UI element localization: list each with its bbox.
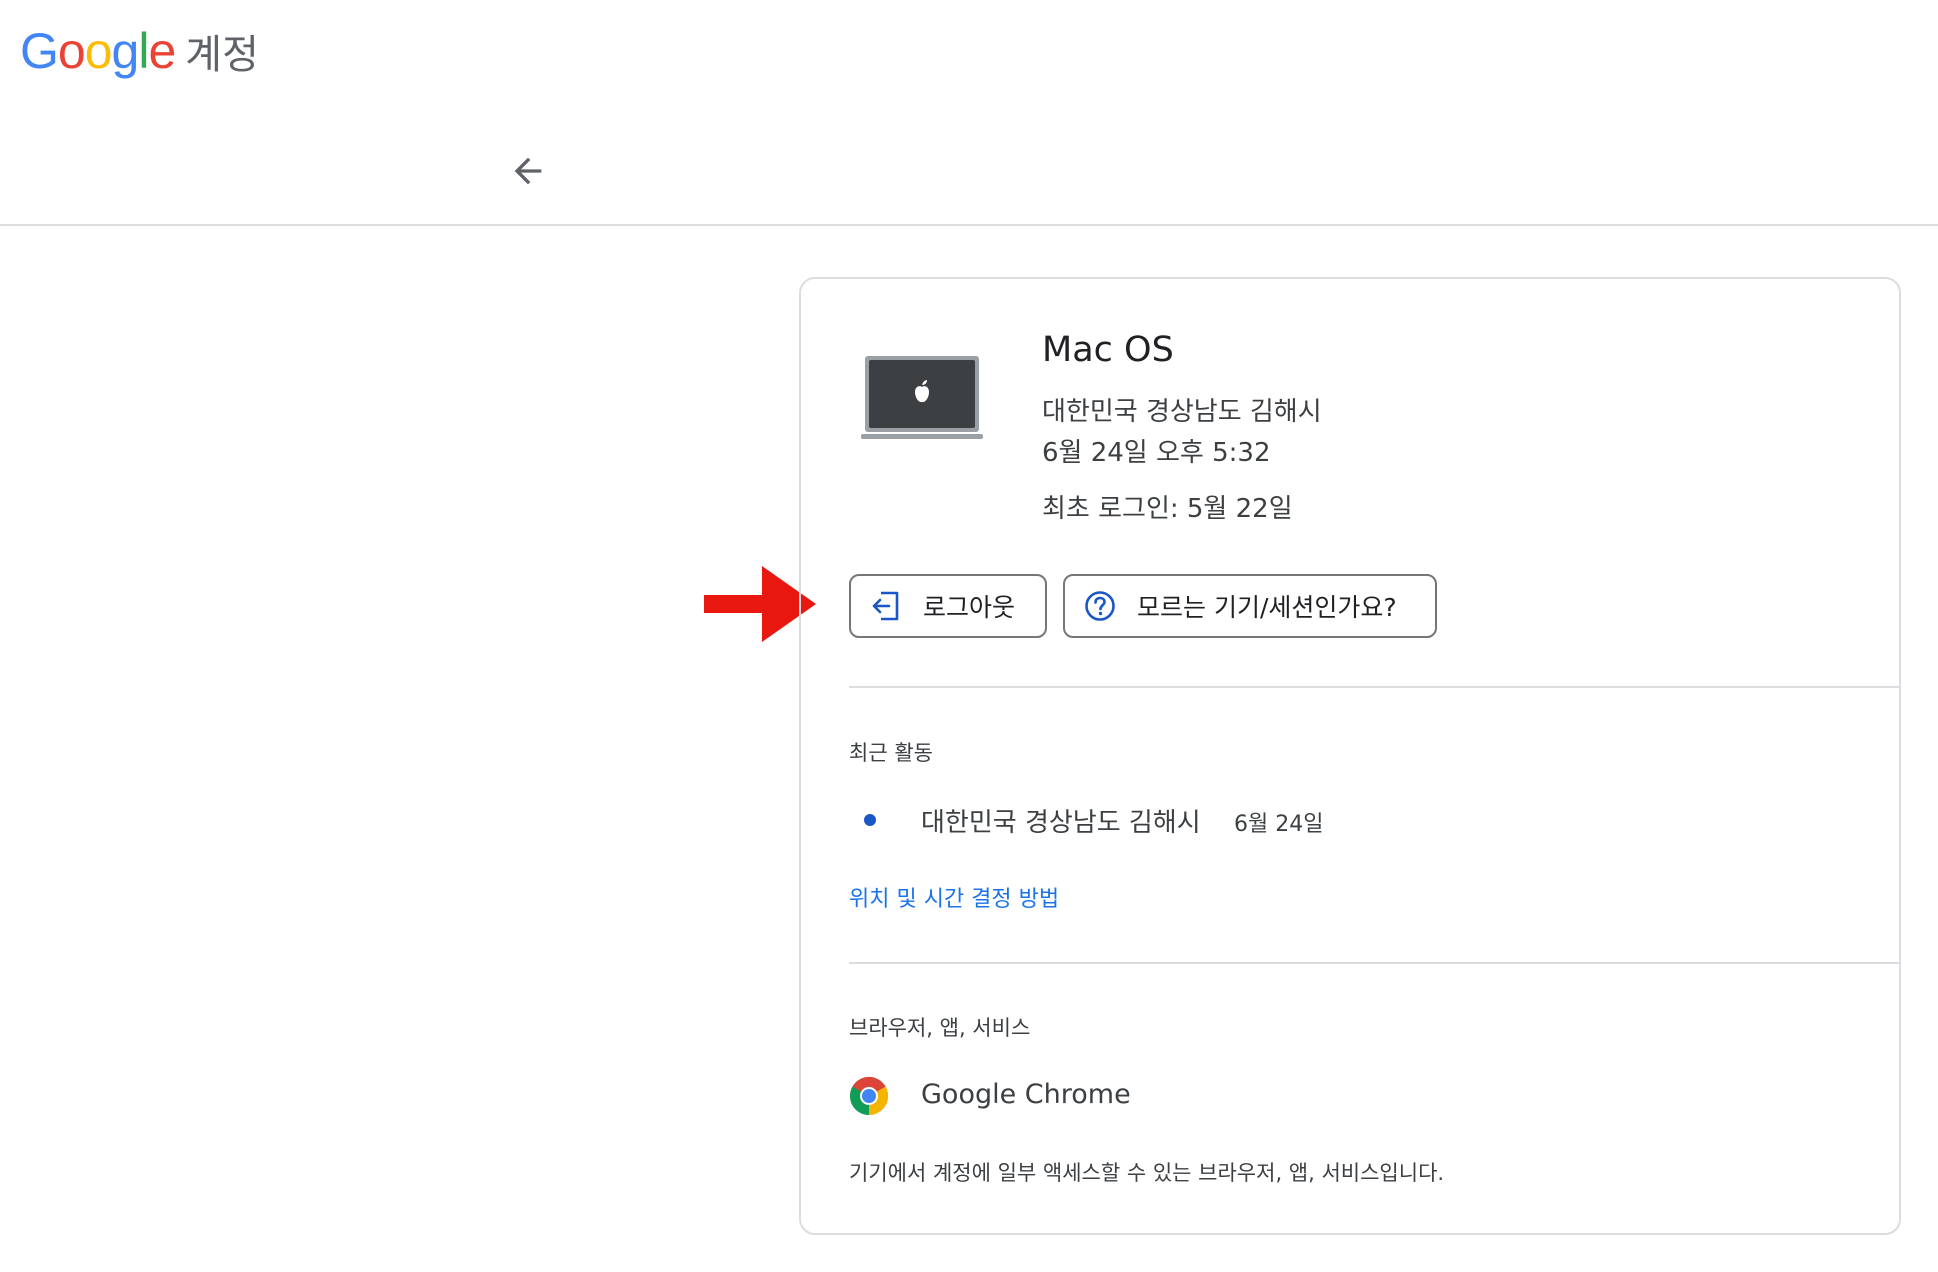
chrome-icon [849,1076,889,1115]
device-name: Mac OS [1042,330,1174,370]
logo-letter: g [111,23,140,79]
logo-letter: l [138,23,149,79]
help-circle-icon [1083,589,1117,623]
header: Google 계정 [0,0,1938,226]
location-time-help-link[interactable]: 위치 및 시간 결정 방법 [849,881,1059,913]
macbook-icon [861,356,983,439]
activity-date: 6월 24일 [1234,812,1324,837]
back-button[interactable] [503,146,553,196]
browser-name: Google Chrome [921,1079,1131,1110]
arrow-left-icon [514,157,542,185]
logout-label: 로그아웃 [923,593,1016,622]
google-account-logo[interactable]: Google 계정 [20,22,259,80]
unknown-device-button[interactable]: 모르는 기기/세션인가요? [1063,574,1437,638]
divider [849,962,1899,964]
device-card: Mac OS 대한민국 경상남도 김해시 6월 24일 오후 5:32 최초 로… [799,277,1901,1235]
device-location: 대한민국 경상남도 김해시 [1042,397,1322,427]
logout-button[interactable]: 로그아웃 [849,574,1047,638]
activity-dot-icon [864,814,876,826]
browsers-description: 기기에서 계정에 일부 액세스할 수 있는 브라우저, 앱, 서비스입니다. [849,1161,1445,1185]
unknown-device-label: 모르는 기기/세션인가요? [1137,593,1397,622]
logo-letter: o [57,23,86,79]
divider [849,686,1899,688]
browsers-apps-services-label: 브라우저, 앱, 서비스 [849,1016,1031,1040]
google-logo: Google [20,22,176,80]
activity-location: 대한민국 경상남도 김해시 [921,808,1201,838]
product-name: 계정 [185,32,259,78]
device-last-active: 6월 24일 오후 5:32 [1042,438,1271,468]
logo-letter: e [148,23,176,79]
logout-icon [869,589,903,623]
logo-letter: o [84,23,113,79]
device-first-signin: 최초 로그인: 5월 22일 [1042,494,1293,524]
logo-letter: G [20,23,59,79]
recent-activity-label: 최근 활동 [849,741,933,765]
